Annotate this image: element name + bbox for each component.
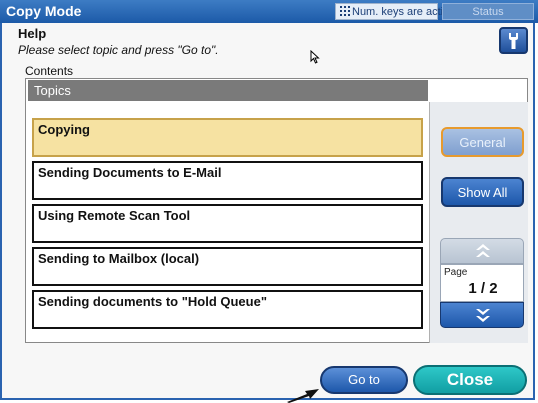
general-button[interactable]: General	[441, 127, 524, 157]
window-title: Copy Mode	[6, 3, 82, 19]
show-all-button[interactable]: Show All	[441, 177, 524, 207]
contents-label: Contents	[25, 64, 74, 78]
pointer-arrow-icon	[287, 389, 319, 403]
mouse-pointer-icon	[310, 50, 320, 64]
close-button[interactable]: Close	[413, 365, 527, 395]
topic-item-mailbox[interactable]: Sending to Mailbox (local)	[32, 247, 423, 286]
status-button[interactable]: Status	[442, 3, 534, 20]
topics-header: Topics	[28, 80, 428, 101]
title-bar: Copy Mode Num. keys are active. Status	[0, 0, 538, 23]
page-label: Page	[444, 267, 468, 278]
page-down-button[interactable]	[440, 302, 524, 328]
topic-item-hold-queue[interactable]: Sending documents to "Hold Queue"	[32, 290, 423, 329]
go-to-button[interactable]: Go to	[320, 366, 408, 394]
page-indicator: Page 1 / 2	[440, 264, 524, 302]
page-navigator: Page 1 / 2	[440, 238, 524, 330]
help-label: Help	[18, 26, 47, 41]
topic-item-copying[interactable]: Copying	[32, 118, 423, 157]
topic-item-remote-scan[interactable]: Using Remote Scan Tool	[32, 204, 423, 243]
topic-item-email[interactable]: Sending Documents to E-Mail	[32, 161, 423, 200]
page-number: 1 / 2	[468, 280, 498, 297]
help-message: Please select topic and press "Go to".	[18, 43, 219, 57]
help-tool-button[interactable]	[499, 27, 528, 54]
wrench-icon	[509, 33, 518, 49]
double-chevron-down-icon	[476, 309, 490, 322]
double-chevron-up-icon	[476, 244, 490, 257]
keypad-icon	[340, 6, 350, 16]
page-up-button[interactable]	[440, 238, 524, 264]
num-keys-indicator: Num. keys are active.	[335, 3, 458, 20]
